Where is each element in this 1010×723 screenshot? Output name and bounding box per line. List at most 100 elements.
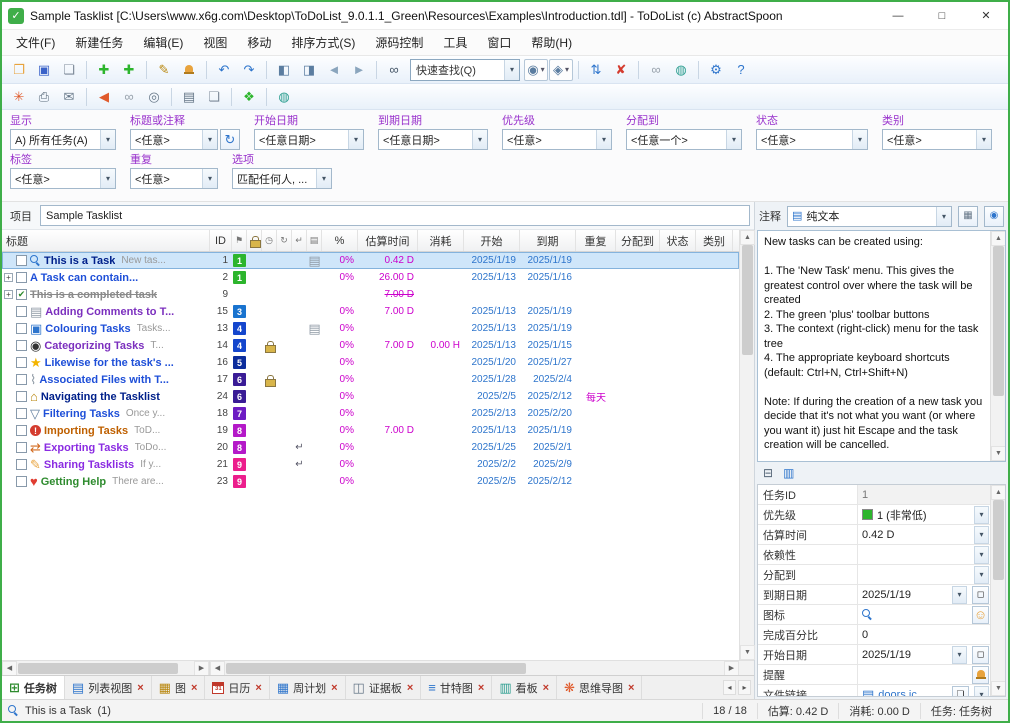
filter-due-date-combo[interactable]: <任意日期>▾ [378,129,488,150]
minimize-button[interactable]: — [876,2,920,29]
task-checkbox[interactable] [16,340,27,351]
menu-item-3[interactable]: 视图 [193,30,237,55]
filter-tag-combo[interactable]: <任意>▾ [10,168,116,189]
comments-editor[interactable]: New tasks can be created using: 1. The '… [757,230,1006,462]
scroll-left-icon[interactable]: ◀ [2,661,17,676]
vertical-scroll-track[interactable] [740,245,754,645]
chevron-down-icon[interactable]: ▾ [974,686,989,698]
task-checkbox[interactable] [16,408,27,419]
quick-find-dropdown-icon[interactable]: ▾ [504,60,519,80]
filter-menu-button[interactable]: ◉▾ [524,59,548,81]
spell-link-button[interactable]: ∞ [644,59,668,81]
column-header-recurrence-icon[interactable]: ↻ [277,230,292,251]
filter-category-combo[interactable]: <任意>▾ [882,129,992,150]
new-task-button[interactable]: ✚ [92,59,116,81]
menu-item-6[interactable]: 源码控制 [365,30,433,55]
scroll-up-icon[interactable]: ▲ [740,230,755,245]
preferences-button[interactable]: ⚙ [704,59,728,81]
tab-close-icon[interactable]: × [543,682,549,694]
columns-hscrollbar[interactable]: ◀ ▶ [210,661,754,675]
announce-button[interactable]: ◀ [92,86,116,108]
chevron-down-icon[interactable]: ▾ [472,130,487,149]
scroll-up-icon[interactable]: ▲ [991,485,1006,500]
task-row[interactable]: ♥Getting HelpThere are...2390%2025/2/520… [2,473,739,490]
filter-status-combo[interactable]: <任意>▾ [756,129,868,150]
sort-columns-button[interactable]: ⇅ [584,59,608,81]
task-row[interactable]: ⇄Exporting TasksToDo...208↵0%2025/1/2520… [2,439,739,456]
help-button[interactable]: ? [729,59,753,81]
filter-recurrence-combo[interactable]: <任意>▾ [130,168,218,189]
task-row[interactable]: This is a TaskNew tas...11▤0%0.42 D2025/… [2,252,739,269]
filter-show-combo[interactable]: A) 所有任务(A)▾ [10,129,116,150]
collapse-groups-icon[interactable]: ⊟ [763,467,773,479]
web-update-button[interactable]: ◍ [669,59,693,81]
tab-task-tree[interactable]: ⊞任务树 [2,676,65,699]
task-checkbox[interactable] [16,459,27,470]
menu-item-2[interactable]: 编辑(E) [133,30,193,55]
tab-calendar[interactable]: 31日历× [205,676,269,699]
column-header-time-icon[interactable]: ◷ [262,230,277,251]
styles-button[interactable]: ✳ [7,86,31,108]
find-tasks-button[interactable]: ∞ [382,59,406,81]
scroll-up-icon[interactable]: ▲ [991,231,1006,246]
expand-toggle[interactable]: + [4,273,13,282]
filter-title-or-comment-combo[interactable]: <任意>▾ [130,129,218,150]
scroll-down-icon[interactable]: ▼ [991,681,1006,696]
column-header-id[interactable]: ID [210,230,232,251]
chevron-down-icon[interactable]: ▾ [316,169,331,188]
attributes-scroll-track[interactable] [991,500,1005,681]
delete-task-button[interactable]: ✘ [609,59,633,81]
column-header-flag-icon[interactable]: ⚑ [232,230,247,251]
menu-item-4[interactable]: 移动 [237,30,281,55]
attribute-value-reminder[interactable] [858,665,990,684]
tab-mind-map[interactable]: ❋思维导图× [557,676,642,699]
hscroll-thumb-2[interactable] [226,663,526,674]
save-button[interactable]: ▣ [32,59,56,81]
undo-button[interactable]: ↶ [212,59,236,81]
column-header-category[interactable]: 类别 [696,230,733,251]
hscroll-track-1[interactable] [17,661,194,675]
chevron-down-icon[interactable]: ▾ [100,130,115,149]
attribute-value-priority[interactable]: 1 (非常低)▾ [858,505,990,524]
toggle-view-button[interactable]: ◎ [142,86,166,108]
project-name-input[interactable]: Sample Tasklist [40,205,750,226]
tab-close-icon[interactable]: × [628,682,634,694]
attribute-value-estimate[interactable]: 0.42 D▾ [858,525,990,544]
chevron-down-icon[interactable]: ▾ [974,506,989,524]
menu-item-8[interactable]: 窗口 [477,30,521,55]
menu-item-7[interactable]: 工具 [433,30,477,55]
column-header-note-icon[interactable]: ▤ [307,230,322,251]
menu-item-1[interactable]: 新建任务 [65,30,133,55]
tab-chart[interactable]: ▦图× [152,676,206,699]
task-checkbox[interactable] [16,357,27,368]
hscroll-track-2[interactable] [225,661,724,675]
open-button[interactable]: ❐ [7,59,31,81]
task-checkbox[interactable] [16,374,27,385]
filter-options-combo[interactable]: 匹配任何人, ...▾ [232,168,332,189]
tab-kanban[interactable]: ▥看板× [492,676,557,699]
scroll-right-icon[interactable]: ▶ [724,661,739,676]
attribute-value-task-id[interactable]: 1 [858,485,990,504]
chevron-down-icon[interactable]: ▾ [100,169,115,188]
copy-button[interactable]: ❏ [57,59,81,81]
paste-link-button[interactable]: ∞ [117,86,141,108]
scroll-left-icon[interactable]: ◀ [210,661,225,676]
attribute-value-start-date[interactable]: 2025/1/19▾◻ [858,645,990,664]
task-row[interactable]: ▤Adding Comments to T...1530%7.00 D2025/… [2,303,739,320]
task-row[interactable]: ⌇Associated Files with T...1760%2025/1/2… [2,371,739,388]
tab-list-view[interactable]: ▤列表视图× [65,676,152,699]
column-header-status[interactable]: 状态 [660,230,696,251]
task-checkbox[interactable] [16,425,27,436]
previous-task-button[interactable]: ◄ [322,59,346,81]
attribute-value-assigned-to[interactable]: ▾ [858,565,990,584]
task-row[interactable]: ▽Filtering TasksOnce y...1870%2025/2/132… [2,405,739,422]
maximize-tasklist-button[interactable]: ◧ [272,59,296,81]
chevron-down-icon[interactable]: ▾ [596,130,611,149]
task-list-vertical-scrollbar[interactable]: ▲ ▼ [739,230,754,660]
column-header-lock-icon[interactable] [247,230,262,251]
attributes-scrollbar[interactable]: ▲ ▼ [990,485,1005,696]
icon-picker-button[interactable]: ☺ [972,606,989,624]
comments-scroll-thumb[interactable] [993,246,1004,396]
attribute-value-icon[interactable]: ☺ [858,605,990,624]
chevron-down-icon[interactable]: ▾ [974,546,989,564]
